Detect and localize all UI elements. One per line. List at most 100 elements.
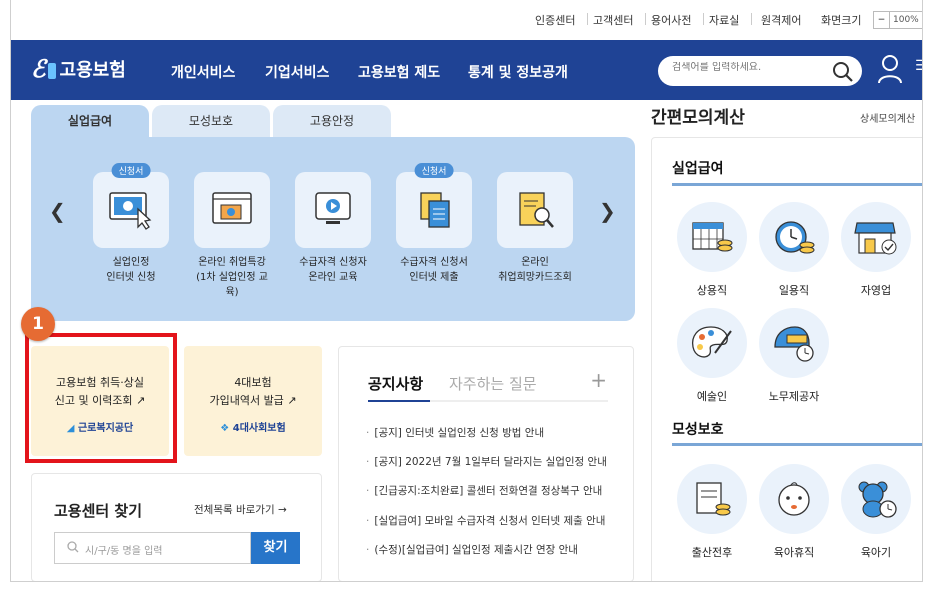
monitor-play-icon [315, 192, 351, 224]
store-icon [854, 222, 897, 255]
tab-maternity[interactable]: 모성보호 [152, 105, 270, 137]
tab-unemployment[interactable]: 실업급여 [31, 105, 149, 137]
highlight-box [25, 333, 177, 463]
utility-bar: 인증센터 고객센터 용어사전 자료실 원격제어 화면크기 − 100% [11, 0, 922, 40]
tab-employment-stability[interactable]: 고용안정 [273, 105, 391, 137]
notice-item[interactable]: [공지] 2022년 7월 1일부터 달라지는 실업인정 안내 [366, 454, 611, 469]
logo-accent-icon [47, 62, 56, 79]
util-link-cert[interactable]: 인증센터 [535, 12, 575, 28]
carousel-next-icon[interactable]: ❯ [599, 199, 616, 223]
employment-center-finder: 고용센터 찾기 전체목록 바로가기 → 시/구/동 명을 입력 찾기 [31, 473, 322, 581]
external-link-icon: ↗ [287, 394, 297, 407]
helmet-clock-icon [774, 326, 814, 362]
nav-item-system[interactable]: 고용보험 제도 [358, 62, 440, 82]
service-item-online-certification[interactable]: 신청서 실업인정 인터넷 신청 [93, 163, 169, 285]
notice-item[interactable]: [긴급공지:조치완료] 콜센터 전화연결 정상복구 안내 [366, 483, 611, 498]
nav-item-personal[interactable]: 개인서비스 [171, 62, 235, 82]
service-icon-box [497, 172, 573, 248]
nav-item-business[interactable]: 기업서비스 [265, 62, 329, 82]
browser-frame: 인증센터 고객센터 용어사전 자료실 원격제어 화면크기 − 100% ℰ 고용… [10, 0, 923, 582]
service-item-online-lecture[interactable]: 온라인 취업특강 (1차 실업인정 교육) [194, 172, 270, 300]
service-carousel: ❮ ❯ 신청서 실업인정 인터넷 신청 온라인 취업특강 (1차 실업인정 교육) … [31, 137, 635, 321]
search-input[interactable] [672, 62, 822, 73]
calc-daily-worker[interactable]: 일용직 [758, 202, 830, 298]
menu-icon[interactable]: ☰ [915, 58, 922, 74]
service-label: 실업인정 인터넷 신청 [106, 257, 156, 283]
insurance-certificate-card[interactable]: 4대보험 가입내역서 발급 ↗ ❖ 4대사회보험 [184, 346, 322, 456]
tab-underline [368, 400, 608, 402]
service-icon-box: 신청서 [396, 163, 472, 248]
util-link-remote[interactable]: 원격제어 [761, 12, 801, 28]
document-coins-icon [696, 482, 731, 516]
center-search-input[interactable]: 시/구/동 명을 입력 [54, 532, 251, 564]
4insure-logo-icon: ❖ [220, 423, 230, 434]
util-link-customer[interactable]: 고객센터 [593, 12, 633, 28]
org-logo-4insure: ❖ 4대사회보험 [220, 423, 286, 434]
center-title: 고용센터 찾기 [54, 502, 143, 520]
service-label: 수급자격 신청자 온라인 교육 [299, 257, 367, 283]
calc-maternity-leave[interactable]: 출산전후 [676, 464, 748, 560]
calc-self-employed[interactable]: 자영업 [840, 202, 912, 298]
service-item-qualification-submit[interactable]: 신청서 수급자격 신청서 인터넷 제출 [396, 163, 472, 285]
calculator-panel: 실업급여 상용직 일용직 자영업 예술인 노무제공자 모성보호 출산전후 육아휴… [651, 137, 922, 581]
palette-icon [691, 326, 732, 358]
search-icon [67, 541, 79, 556]
divider [703, 13, 704, 25]
nav-item-stats[interactable]: 통계 및 정보공개 [468, 62, 568, 82]
teddy-bear-icon [858, 481, 897, 518]
util-screen-size-label: 화면크기 [821, 14, 862, 27]
section-unemployment: 실업급여 [672, 161, 724, 177]
divider [587, 13, 588, 25]
divider [751, 13, 752, 25]
application-badge: 신청서 [111, 163, 151, 178]
calc-labor-provider[interactable]: 노무제공자 [758, 308, 830, 404]
center-search-button[interactable]: 찾기 [251, 532, 300, 564]
detailed-calculator-link[interactable]: 상세모의계산 [860, 110, 915, 125]
step-number-badge: 1 [21, 307, 55, 341]
computer-click-icon [109, 192, 152, 230]
service-item-qualification-education[interactable]: 수급자격 신청자 온라인 교육 [295, 172, 371, 285]
notice-item[interactable]: [공지] 인터넷 실업인정 신청 방법 안내 [366, 425, 611, 440]
calc-parental-leave[interactable]: 육아휴직 [758, 464, 830, 560]
site-logo[interactable]: ℰ 고용보험 [31, 54, 126, 83]
notice-panel: 공지사항 자주하는 질문 + [공지] 인터넷 실업인정 신청 방법 안내 [공… [338, 346, 634, 581]
zoom-out-button[interactable]: − [874, 12, 890, 28]
calc-regular-worker[interactable]: 상용직 [676, 202, 748, 298]
document-search-icon [519, 192, 554, 228]
zoom-control: − 100% [873, 11, 922, 29]
carousel-prev-icon[interactable]: ❮ [49, 199, 66, 223]
center-list-link[interactable]: 전체목록 바로가기 → [194, 502, 287, 517]
tab-notice[interactable]: 공지사항 [368, 373, 423, 394]
main-nav: ℰ 고용보험 개인서비스 기업서비스 고용보험 제도 통계 및 정보공개 ☰ [11, 40, 922, 100]
service-item-job-card[interactable]: 온라인 취업희망카드조회 [497, 172, 573, 285]
calc-childcare[interactable]: 육아기 [840, 464, 912, 560]
notice-item[interactable]: [실업급여] 모바일 수급자격 신청서 인터넷 제출 안내 [366, 513, 611, 528]
logo-mark-icon: ℰ [31, 54, 46, 83]
calendar-coins-icon [692, 222, 733, 252]
divider [645, 13, 646, 25]
util-link-glossary[interactable]: 용어사전 [651, 12, 691, 28]
section-divider [672, 183, 922, 186]
service-icon-box: 신청서 [93, 163, 169, 248]
baby-face-icon [778, 482, 810, 516]
card-title: 4대보험 가입내역서 발급 ↗ [209, 376, 297, 407]
zoom-value: 100% [893, 15, 919, 25]
tab-faq[interactable]: 자주하는 질문 [449, 373, 537, 394]
service-icon-box [295, 172, 371, 248]
logo-text: 고용보험 [59, 59, 126, 81]
section-divider [672, 443, 922, 446]
clock-coins-icon [775, 221, 815, 254]
search-icon[interactable] [832, 61, 854, 86]
service-icon-box [194, 172, 270, 248]
calc-artist[interactable]: 예술인 [676, 308, 748, 404]
video-lecture-icon [212, 192, 252, 224]
more-plus-icon[interactable]: + [590, 368, 607, 392]
section-maternity: 모성보호 [672, 422, 724, 438]
application-badge: 신청서 [414, 163, 454, 178]
notice-item[interactable]: (수정)[실업급여] 실업인정 제출시간 연장 안내 [366, 542, 611, 557]
documents-icon [420, 192, 450, 228]
calculator-title: 간편모의계산 [651, 108, 745, 128]
service-label: 온라인 취업특강 (1차 실업인정 교육) [196, 257, 268, 298]
util-link-archive[interactable]: 자료실 [709, 12, 739, 28]
user-icon[interactable] [877, 54, 903, 87]
